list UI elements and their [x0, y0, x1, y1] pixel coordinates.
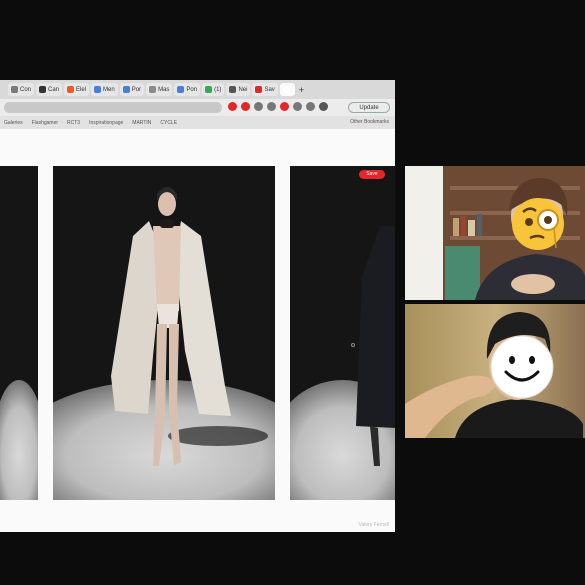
extension-icon[interactable]: [254, 102, 263, 111]
browser-tab[interactable]: Pon: [174, 83, 201, 96]
tab-label: Sav: [264, 86, 275, 93]
tab-favicon-icon: [67, 86, 75, 93]
tab-label: Nei: [238, 86, 248, 93]
tab-favicon-icon: [11, 86, 18, 93]
bookmark-item[interactable]: Galeries: [4, 120, 23, 126]
tab-favicon-icon: [94, 86, 102, 93]
tab-favicon-icon: [282, 86, 290, 93]
extension-icon[interactable]: [319, 102, 328, 111]
video-tile-participant-1[interactable]: [405, 166, 585, 300]
bookmark-item[interactable]: Flashgamer: [32, 120, 58, 126]
browser-tab-bar: Con Can Elel Men Por Mas Pon (1) Nei Sav +: [0, 80, 395, 99]
bookmark-item[interactable]: RCT3: [67, 120, 80, 126]
runway-image-center[interactable]: [53, 166, 275, 500]
tab-favicon-icon: [122, 86, 130, 93]
browser-tab[interactable]: Mas: [146, 83, 173, 96]
extension-icons: [228, 102, 328, 111]
runway-model-dark-coat: [356, 226, 395, 466]
bookmark-item[interactable]: Inspirationpage: [89, 120, 123, 126]
tab-favicon-icon: [177, 86, 185, 93]
shared-screen-window: Con Can Elel Men Por Mas Pon (1) Nei Sav + Update …: [0, 80, 395, 532]
browser-tab[interactable]: Men: [91, 83, 118, 96]
tab-label: Men: [103, 86, 115, 93]
browser-tab[interactable]: Can: [36, 83, 63, 96]
browser-tab[interactable]: (1): [202, 83, 225, 96]
extension-icon[interactable]: [241, 102, 250, 111]
tab-label: (1): [214, 86, 222, 93]
runway-model-figure: [111, 187, 268, 466]
new-tab-button[interactable]: +: [299, 85, 304, 95]
browser-tab[interactable]: Elel: [64, 83, 90, 96]
bookmark-item[interactable]: CYCLE: [160, 120, 177, 126]
tab-label: Mas: [158, 86, 170, 93]
browser-tab[interactable]: Sav: [252, 83, 278, 96]
watermark: Valery Fernell: [358, 522, 389, 528]
smiling-face-emoji-icon: [490, 335, 554, 399]
tab-label: Pon: [186, 86, 198, 93]
bookmarks-bar: Galeries Flashgamer RCT3 Inspirationpage MAR…: [0, 116, 395, 129]
bookmark-item[interactable]: MARTIN: [132, 120, 151, 126]
browser-tab[interactable]: Con: [8, 83, 35, 96]
browser-tab[interactable]: Nei: [226, 83, 251, 96]
address-bar[interactable]: [4, 102, 222, 113]
tab-label: Con: [20, 86, 32, 93]
extension-icon[interactable]: [280, 102, 289, 111]
tab-favicon-icon: [229, 86, 237, 93]
page-content: Save Valery Fernell: [0, 129, 395, 532]
extension-icon[interactable]: [293, 102, 302, 111]
video-tile-participant-2[interactable]: [405, 304, 585, 438]
other-bookmarks[interactable]: Other Bookmarks: [350, 116, 389, 129]
tab-favicon-icon: [205, 86, 213, 93]
cursor-indicator: [351, 343, 355, 347]
browser-toolbar: Update: [0, 99, 395, 116]
tab-favicon-icon: [39, 86, 47, 93]
tab-favicon-icon: [149, 86, 157, 93]
tab-label: Por: [131, 86, 142, 93]
browser-tab[interactable]: [279, 83, 295, 96]
face-with-monocle-emoji-icon: [512, 198, 564, 250]
browser-tab[interactable]: Por: [119, 83, 145, 96]
extension-icon[interactable]: [306, 102, 315, 111]
runway-image-left[interactable]: [0, 166, 38, 500]
tab-favicon-icon: [255, 86, 263, 93]
update-button[interactable]: Update: [348, 102, 390, 113]
tab-label: Can: [48, 86, 60, 93]
save-button[interactable]: Save: [359, 170, 385, 179]
extension-icon[interactable]: [228, 102, 237, 111]
extension-icon[interactable]: [267, 102, 276, 111]
runway-image-right[interactable]: [290, 166, 395, 500]
tab-label: Elel: [76, 86, 87, 93]
